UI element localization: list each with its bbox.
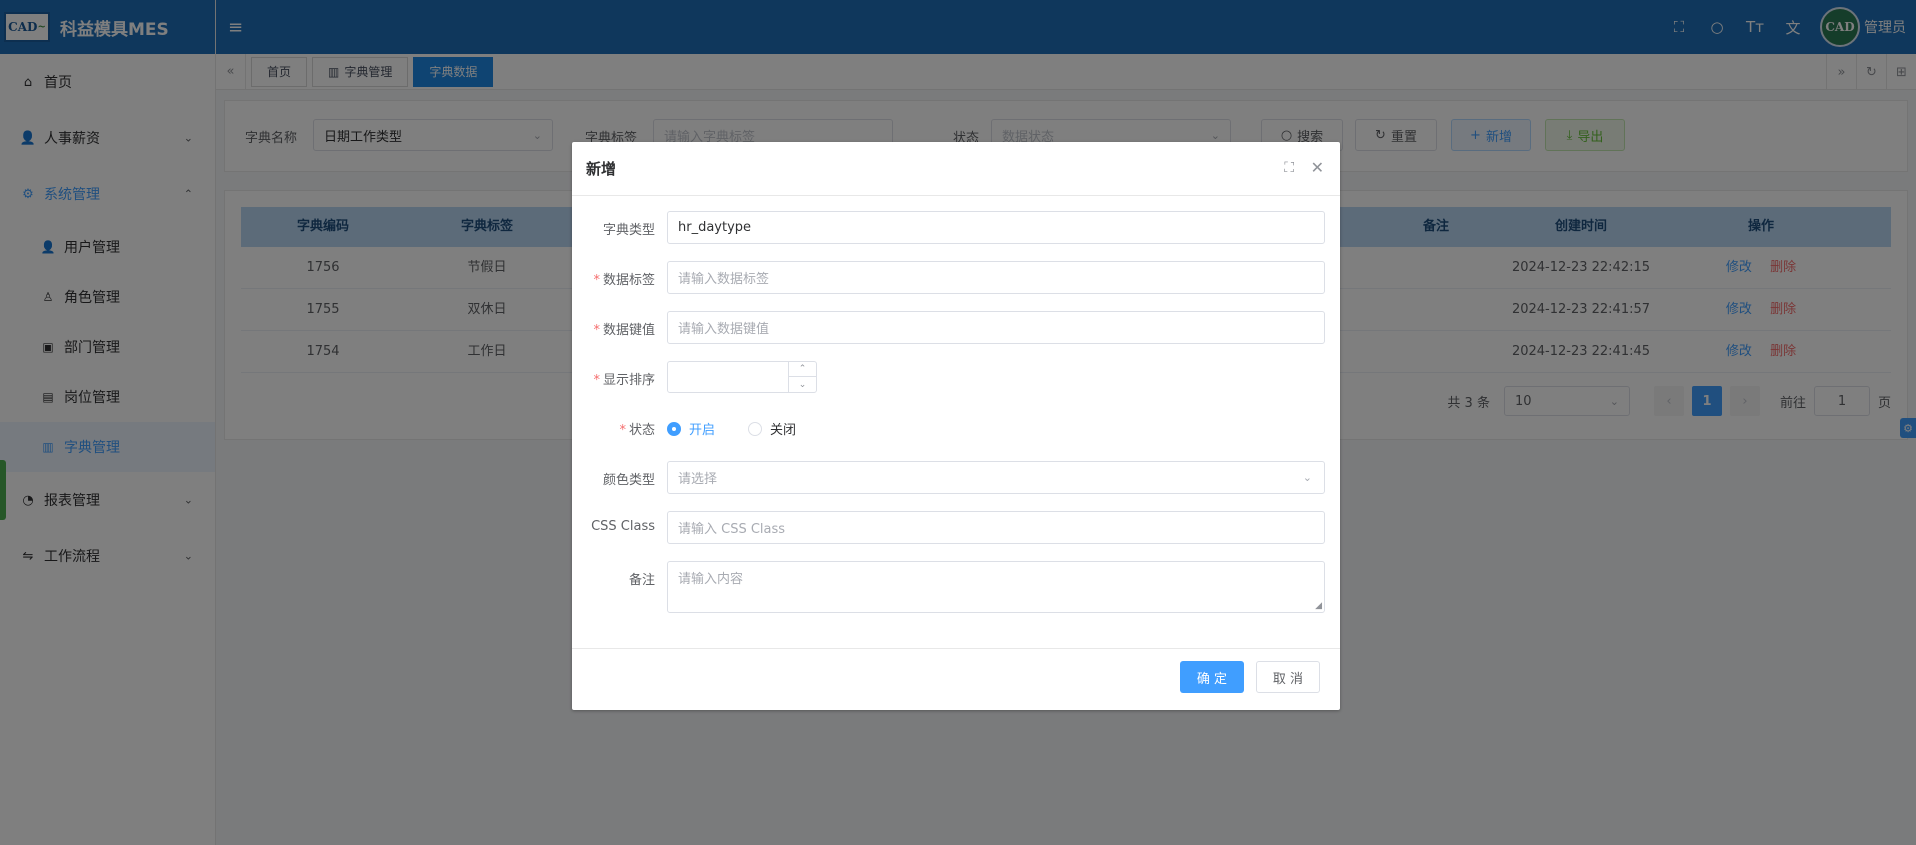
- dialog-header: 新增: [572, 142, 1340, 196]
- data-label-input[interactable]: 请输入数据标签: [667, 261, 1325, 294]
- status-off-radio[interactable]: 关闭: [748, 419, 796, 438]
- confirm-button[interactable]: 确 定: [1180, 661, 1244, 693]
- close-icon[interactable]: ✕: [1311, 158, 1324, 177]
- dict-type-input[interactable]: hr_daytype: [667, 211, 1325, 244]
- resize-handle-icon[interactable]: ◢: [1315, 601, 1322, 611]
- field-status: * 状态 开启 关闭: [572, 411, 1340, 445]
- field-remark: 备注 请输入内容 ◢: [572, 561, 1340, 617]
- field-color: 颜色类型 请选择 ⌄: [572, 461, 1340, 495]
- fullscreen-icon[interactable]: ⛶: [1284, 160, 1294, 176]
- decrement-icon[interactable]: ⌄: [789, 377, 816, 392]
- data-value-input[interactable]: 请输入数据键值: [667, 311, 1325, 344]
- dialog-footer: 确 定 取 消: [572, 648, 1340, 710]
- chevron-down-icon: ⌄: [1302, 471, 1312, 484]
- cancel-button[interactable]: 取 消: [1256, 661, 1320, 693]
- field-data-value: * 数据键值 请输入数据键值: [572, 311, 1340, 345]
- color-type-select[interactable]: 请选择 ⌄: [667, 461, 1325, 494]
- sort-stepper[interactable]: ⌃ ⌄: [667, 361, 817, 393]
- dialog-title: 新增: [586, 160, 617, 178]
- add-dict-data-dialog: 新增 ⛶ ✕ 字典类型 hr_daytype * 数据标签 请输入数据标签 * 数据…: [572, 142, 1340, 710]
- field-dict-type: 字典类型 hr_daytype: [572, 211, 1340, 245]
- field-css: CSS Class 请输入 CSS Class: [572, 511, 1340, 545]
- field-data-label: * 数据标签 请输入数据标签: [572, 261, 1340, 295]
- remark-textarea[interactable]: 请输入内容 ◢: [667, 561, 1325, 613]
- status-on-radio[interactable]: 开启: [667, 419, 715, 438]
- increment-icon[interactable]: ⌃: [789, 362, 816, 377]
- field-sort: * 显示排序 ⌃ ⌄: [572, 361, 1340, 395]
- css-class-input[interactable]: 请输入 CSS Class: [667, 511, 1325, 544]
